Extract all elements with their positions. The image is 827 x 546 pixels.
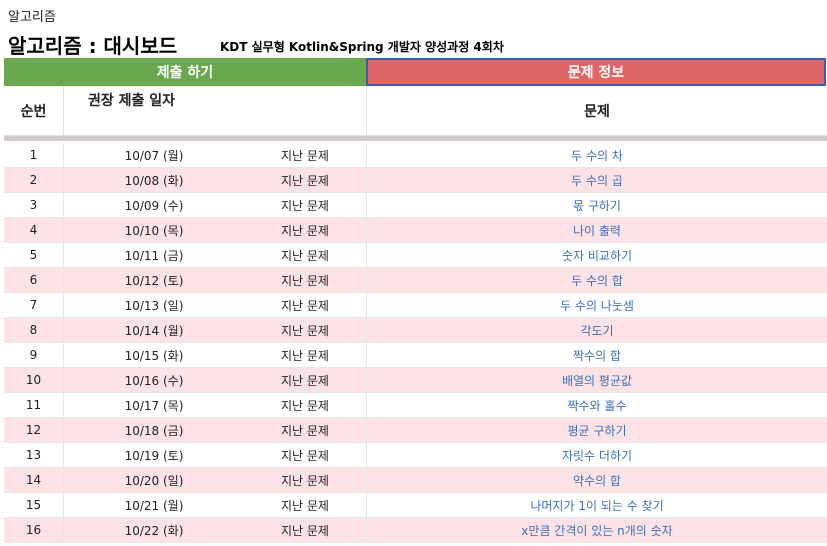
- row-number: 4: [4, 218, 64, 242]
- row-date: 10/09 (수): [124, 198, 184, 213]
- problem-link[interactable]: 각도기: [366, 318, 827, 342]
- row-number: 1: [4, 143, 64, 167]
- problem-link[interactable]: 두 수의 나눗셈: [366, 293, 827, 317]
- problem-info-section-header[interactable]: 문제 정보: [366, 58, 826, 86]
- row-status: 지난 문제: [281, 298, 329, 313]
- row-date: 10/11 (금): [124, 248, 184, 263]
- row-status: 지난 문제: [281, 498, 329, 513]
- row-number: 6: [4, 268, 64, 292]
- table-row: 11 10/17 (목) 지난 문제 짝수와 홀수: [4, 393, 827, 418]
- row-date: 10/20 (일): [124, 473, 184, 488]
- problem-link[interactable]: 나이 출력: [366, 218, 827, 242]
- table-row: 4 10/10 (목) 지난 문제 나이 출력: [4, 218, 827, 243]
- row-status: 지난 문제: [281, 323, 329, 338]
- problem-link[interactable]: x만큼 간격이 있는 n개의 숫자: [366, 518, 827, 542]
- problem-link[interactable]: 약수의 합: [366, 468, 827, 492]
- problem-link[interactable]: 배열의 평균값: [366, 368, 827, 392]
- row-date: 10/18 (금): [124, 423, 184, 438]
- row-number: 7: [4, 293, 64, 317]
- table-row: 16 10/22 (화) 지난 문제 x만큼 간격이 있는 n개의 숫자: [4, 518, 827, 543]
- row-number: 2: [4, 168, 64, 192]
- row-date: 10/07 (월): [124, 148, 184, 163]
- problem-link[interactable]: 자릿수 더하기: [366, 443, 827, 467]
- table-row: 1 10/07 (월) 지난 문제 두 수의 차: [4, 143, 827, 168]
- table-row: 12 10/18 (금) 지난 문제 평균 구하기: [4, 418, 827, 443]
- row-status: 지난 문제: [281, 273, 329, 288]
- problem-link[interactable]: 짝수의 합: [366, 343, 827, 367]
- row-date: 10/15 (화): [124, 348, 184, 363]
- page-title: 알고리즘 : 대시보드: [8, 34, 178, 58]
- row-date: 10/19 (토): [124, 448, 184, 463]
- row-number: 8: [4, 318, 64, 342]
- row-number: 9: [4, 343, 64, 367]
- row-number: 12: [4, 418, 64, 442]
- row-status: 지난 문제: [281, 373, 329, 388]
- row-status: 지난 문제: [281, 423, 329, 438]
- problem-link[interactable]: 두 수의 합: [366, 268, 827, 292]
- table-row: 15 10/21 (월) 지난 문제 나머지가 1이 되는 수 찾기: [4, 493, 827, 518]
- row-date: 10/14 (월): [124, 323, 184, 338]
- column-header-number: 순번: [4, 86, 64, 136]
- row-number: 11: [4, 393, 64, 417]
- table-row: 14 10/20 (일) 지난 문제 약수의 합: [4, 468, 827, 493]
- problem-link[interactable]: 두 수의 차: [366, 143, 827, 167]
- row-date: 10/13 (일): [124, 298, 184, 313]
- row-status: 지난 문제: [281, 523, 329, 538]
- problem-link[interactable]: 짝수와 홀수: [366, 393, 827, 417]
- problem-link[interactable]: 나머지가 1이 되는 수 찾기: [366, 493, 827, 517]
- table-row: 8 10/14 (월) 지난 문제 각도기: [4, 318, 827, 343]
- row-date: 10/17 (목): [124, 398, 184, 413]
- row-status: 지난 문제: [281, 173, 329, 188]
- problem-table-body: 1 10/07 (월) 지난 문제 두 수의 차 2 10/08 (화) 지난 문제 두 수의…: [4, 143, 827, 543]
- row-status: 지난 문제: [281, 348, 329, 363]
- row-number: 15: [4, 493, 64, 517]
- row-status: 지난 문제: [281, 248, 329, 263]
- row-status: 지난 문제: [281, 198, 329, 213]
- row-date: 10/10 (목): [124, 223, 184, 238]
- table-row: 3 10/09 (수) 지난 문제 몫 구하기: [4, 193, 827, 218]
- row-number: 3: [4, 193, 64, 217]
- page-subtitle: KDT 실무형 Kotlin&Spring 개발자 양성과정 4회차: [220, 40, 504, 54]
- row-status: 지난 문제: [281, 398, 329, 413]
- row-status: 지난 문제: [281, 148, 329, 163]
- column-header-date: 권장 제출 일자: [88, 93, 176, 109]
- problem-link[interactable]: 평균 구하기: [366, 418, 827, 442]
- table-row: 6 10/12 (토) 지난 문제 두 수의 합: [4, 268, 827, 293]
- problem-link[interactable]: 숫자 비교하기: [366, 243, 827, 267]
- table-row: 10 10/16 (수) 지난 문제 배열의 평균값: [4, 368, 827, 393]
- table-row: 13 10/19 (토) 지난 문제 자릿수 더하기: [4, 443, 827, 468]
- row-date: 10/21 (월): [124, 498, 184, 513]
- row-number: 10: [4, 368, 64, 392]
- problem-link[interactable]: 몫 구하기: [366, 193, 827, 217]
- table-row: 9 10/15 (화) 지난 문제 짝수의 합: [4, 343, 827, 368]
- row-number: 14: [4, 468, 64, 492]
- column-header-problem: 문제: [366, 86, 827, 136]
- table-row: 5 10/11 (금) 지난 문제 숫자 비교하기: [4, 243, 827, 268]
- row-date: 10/08 (화): [124, 173, 184, 188]
- row-date: 10/22 (화): [124, 523, 184, 538]
- row-status: 지난 문제: [281, 448, 329, 463]
- row-number: 13: [4, 443, 64, 467]
- row-date: 10/16 (수): [124, 373, 184, 388]
- table-row: 2 10/08 (화) 지난 문제 두 수의 곱: [4, 168, 827, 193]
- table-header: 순번 권장 제출 일자 문제: [4, 86, 827, 136]
- header-divider: [4, 136, 827, 141]
- table-row: 7 10/13 (일) 지난 문제 두 수의 나눗셈: [4, 293, 827, 318]
- row-date: 10/12 (토): [124, 273, 184, 288]
- row-status: 지난 문제: [281, 473, 329, 488]
- row-number: 5: [4, 243, 64, 267]
- sheet-label: 알고리즘: [8, 10, 56, 25]
- row-status: 지난 문제: [281, 223, 329, 238]
- row-number: 16: [4, 518, 64, 542]
- submit-section-header: 제출 하기: [4, 58, 366, 86]
- problem-link[interactable]: 두 수의 곱: [366, 168, 827, 192]
